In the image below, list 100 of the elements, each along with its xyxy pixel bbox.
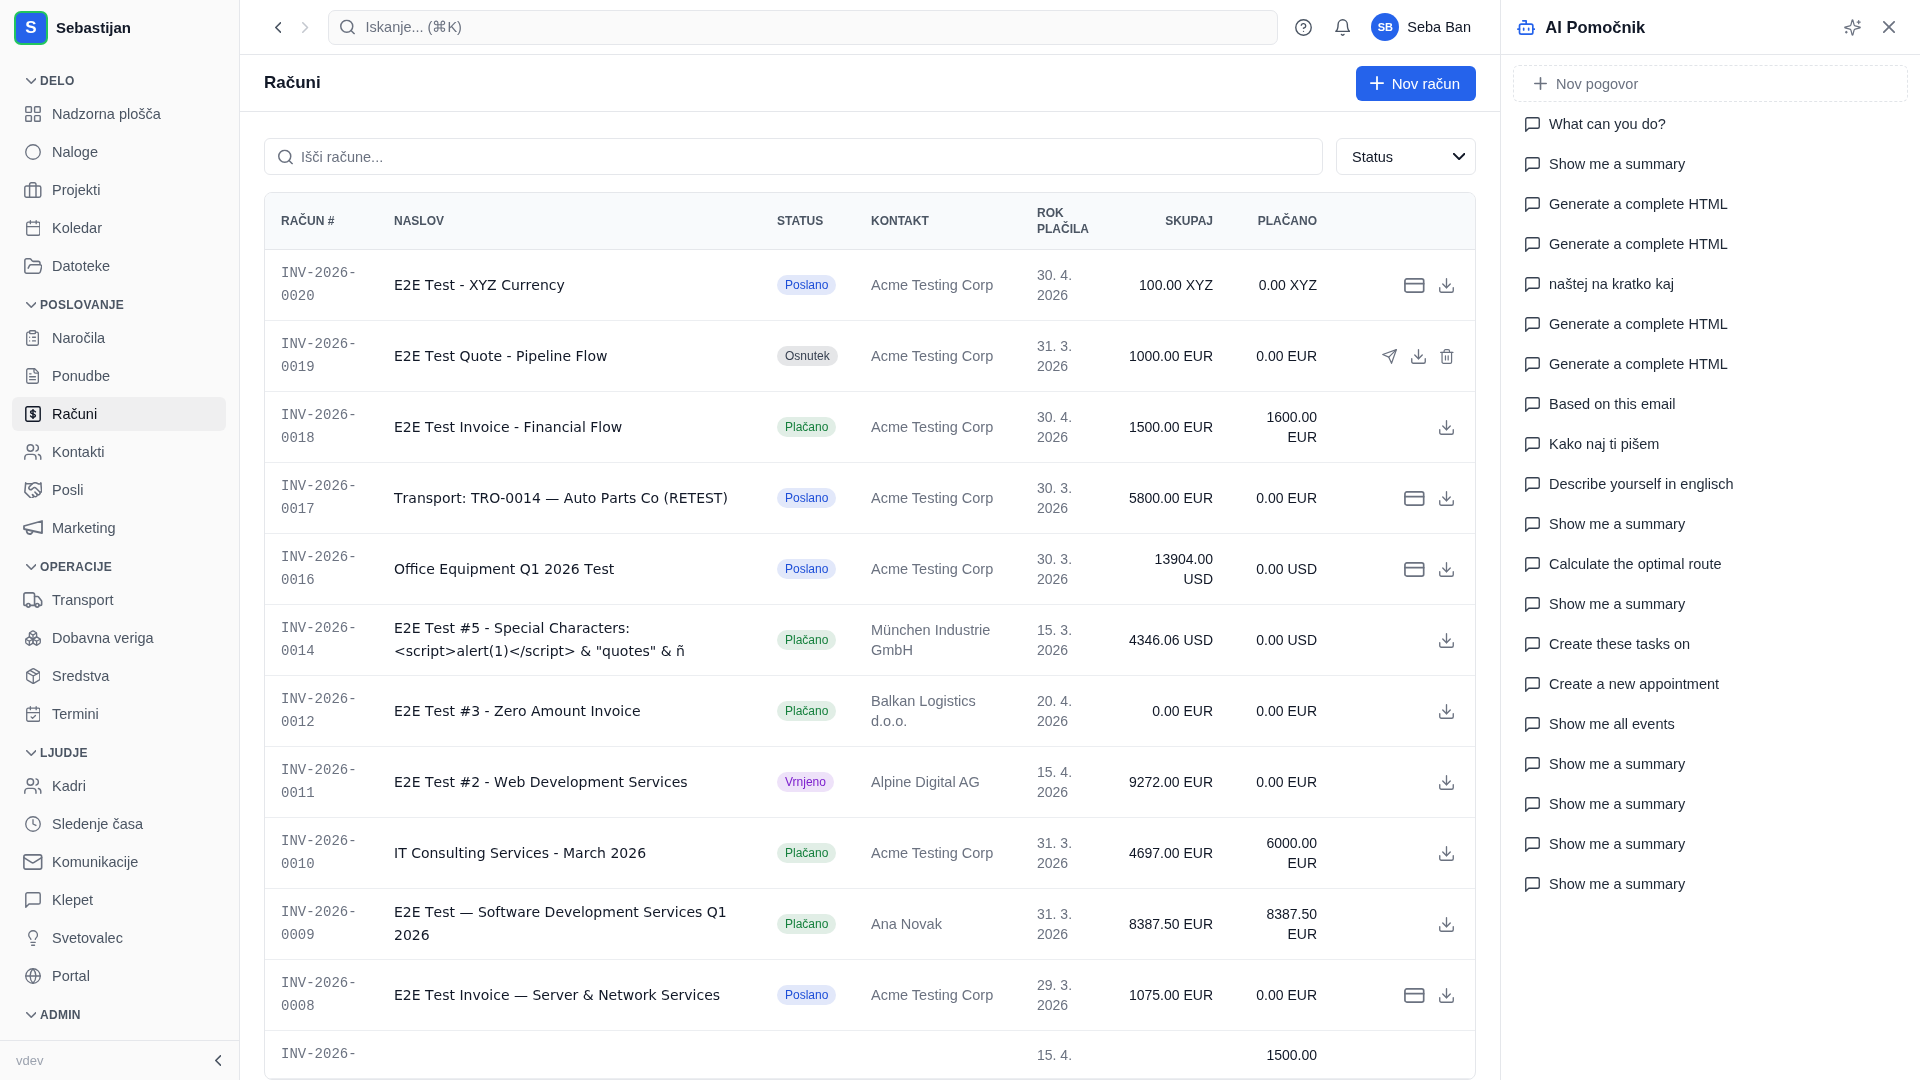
invoice-number: INV-2026-0016 (281, 548, 358, 590)
contact-name: Acme Testing Corp (871, 844, 994, 863)
paid-amount: 0.00 EUR (1256, 773, 1317, 792)
credit-card-icon[interactable] (1404, 490, 1425, 506)
nav-item[interactable]: Portal (12, 959, 226, 993)
section-toggle[interactable]: DELO (12, 70, 75, 92)
download-icon[interactable] (1439, 561, 1454, 577)
conversation-item[interactable]: Describe yourself in englisch (1513, 464, 1908, 504)
conversation-item[interactable]: Show me a summary (1513, 784, 1908, 824)
nav-item[interactable]: Projekti (12, 173, 226, 207)
download-icon[interactable] (1439, 916, 1454, 932)
conversation-item[interactable]: Create a new appointment (1513, 664, 1908, 704)
conversation-item[interactable]: Show me a summary (1513, 504, 1908, 544)
due-date: 31. 3. 2026 (1037, 905, 1074, 944)
conversation-item[interactable]: Kako naj ti pišem (1513, 424, 1908, 464)
workspace-logo: S (14, 10, 48, 45)
section-toggle[interactable]: LJUDJE (12, 742, 88, 764)
new-invoice-button[interactable]: Nov račun (1355, 65, 1476, 101)
nav-item[interactable]: Posli (12, 473, 226, 507)
speech-bubble-icon (1525, 596, 1540, 612)
search-field[interactable]: Iskanje... (⌘K) (327, 9, 1278, 45)
due-date: 30. 4. 2026 (1037, 266, 1074, 305)
conversation-item[interactable]: Show me a summary (1513, 744, 1908, 784)
nav-item[interactable]: Klepet (12, 883, 226, 917)
conversation-item[interactable]: Calculate the optimal route (1513, 544, 1908, 584)
status-badge: Poslano (777, 275, 837, 295)
conversation-item[interactable]: Show me a summary (1513, 864, 1908, 904)
conversation-item[interactable]: Show me a summary (1513, 584, 1908, 624)
credit-card-icon[interactable] (1404, 987, 1425, 1003)
conversation-item[interactable]: Generate a complete HTML (1513, 304, 1908, 344)
paper-plane-icon[interactable] (1382, 348, 1398, 364)
nav-item[interactable]: Nadzorna plošča (12, 97, 226, 131)
user-avatar[interactable]: SB (1371, 13, 1400, 41)
download-icon[interactable] (1439, 774, 1454, 790)
nav-item[interactable]: Računi (12, 397, 226, 431)
nav-item[interactable]: Ponudbe (12, 359, 226, 393)
chevron-left-icon[interactable] (275, 21, 282, 33)
section-toggle[interactable]: POSLOVANJE (12, 294, 125, 316)
due-date: 30. 3. 2026 (1037, 550, 1074, 589)
nav-item[interactable]: Naročila (12, 321, 226, 355)
total-amount: 1075.00 EUR (1128, 986, 1213, 1005)
chevron-left-icon[interactable] (214, 1055, 221, 1066)
chevron-down-icon[interactable] (25, 564, 37, 570)
help-icon[interactable] (1294, 18, 1312, 36)
nav-item[interactable]: Sledenje časa (12, 807, 226, 841)
nav-item[interactable]: Transport (12, 583, 226, 617)
download-icon[interactable] (1439, 419, 1454, 435)
conversation-item[interactable]: What can you do? (1513, 104, 1908, 144)
download-icon[interactable] (1439, 490, 1454, 506)
nav-item[interactable]: Termini (12, 697, 226, 731)
nav-item[interactable]: Marketing (12, 511, 226, 545)
section-toggle[interactable]: OPERACIJE (12, 556, 113, 578)
credit-card-icon[interactable] (1404, 561, 1425, 577)
download-icon[interactable] (1439, 845, 1454, 861)
search-field[interactable]: Išči račune... (264, 138, 1323, 175)
contact-name: Acme Testing Corp (871, 347, 994, 366)
speech-bubble-icon (1525, 836, 1540, 852)
conversation-item[interactable]: Show me all events (1513, 704, 1908, 744)
conversation-item[interactable]: Show me a summary (1513, 144, 1908, 184)
status-dropdown[interactable]: Status (1336, 138, 1476, 175)
download-icon[interactable] (1439, 987, 1454, 1003)
download-icon[interactable] (1439, 703, 1454, 719)
nav-item[interactable]: Svetovalec (12, 921, 226, 955)
user-name[interactable]: Seba Ban (1407, 19, 1471, 35)
nav-item[interactable]: Dobavna veriga (12, 621, 226, 655)
trash-icon[interactable] (1440, 348, 1454, 364)
bell-icon[interactable] (1334, 18, 1351, 36)
chevron-down-icon[interactable] (25, 750, 37, 756)
nav-item[interactable]: Sredstva (12, 659, 226, 693)
globe-icon (25, 968, 41, 984)
chevron-down-icon[interactable] (25, 78, 37, 84)
megaphone-icon (23, 520, 43, 536)
briefcase-icon (24, 182, 42, 198)
conversation-item[interactable]: Based on this email (1513, 384, 1908, 424)
new-chat-button[interactable]: Nov pogovor (1513, 65, 1908, 102)
speech-bubble-icon (1525, 276, 1540, 292)
chevron-down-icon[interactable] (25, 1012, 37, 1018)
credit-card-icon[interactable] (1404, 277, 1425, 293)
conversation-item[interactable]: Generate a complete HTML (1513, 224, 1908, 264)
nav-item[interactable]: Komunikacije (12, 845, 226, 879)
conversation-item[interactable]: Generate a complete HTML (1513, 344, 1908, 384)
download-icon[interactable] (1439, 277, 1454, 293)
nav-item[interactable]: Koledar (12, 211, 226, 245)
invoice-number: INV-2026-0010 (281, 832, 358, 874)
download-icon[interactable] (1411, 348, 1427, 364)
chevron-down-icon[interactable] (25, 302, 37, 308)
nav-item[interactable]: Datoteke (12, 249, 226, 283)
conversation-item[interactable]: Show me a summary (1513, 824, 1908, 864)
conversation-item[interactable]: Create these tasks on (1513, 624, 1908, 664)
nav-item[interactable]: Naloge (12, 135, 226, 169)
nav-item[interactable]: Kontakti (12, 435, 226, 469)
conversation-item[interactable]: naštej na kratko kaj (1513, 264, 1908, 304)
due-date: 15. 4. 2026 (1037, 763, 1074, 802)
nav-item[interactable]: Kadri (12, 769, 226, 803)
section-toggle[interactable]: ADMIN (12, 1004, 81, 1026)
due-date: 29. 3. 2026 (1037, 976, 1074, 1015)
conversation-item[interactable]: Generate a complete HTML (1513, 184, 1908, 224)
sparkles-icon[interactable] (1844, 18, 1861, 36)
download-icon[interactable] (1439, 632, 1454, 648)
close-icon[interactable] (1883, 21, 1895, 33)
